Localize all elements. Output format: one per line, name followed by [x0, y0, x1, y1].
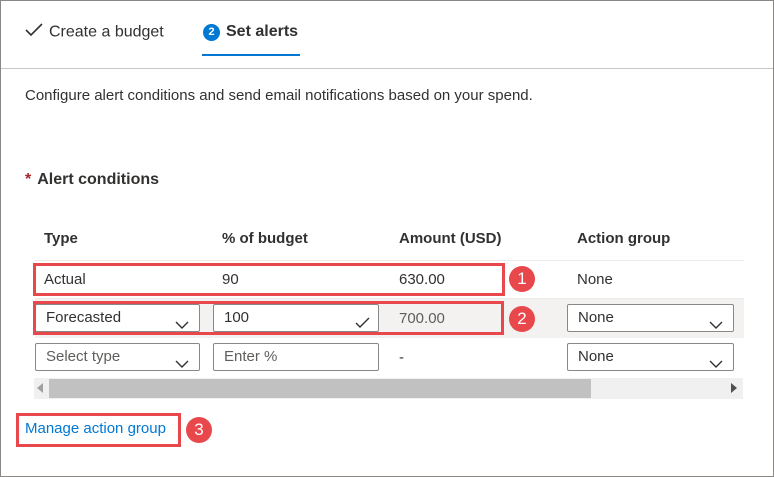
row-divider — [35, 260, 744, 261]
row2-action-group-value: None — [578, 309, 614, 326]
row3-percent-input[interactable]: Enter % — [213, 343, 379, 371]
row2-action-group-dropdown[interactable]: None — [567, 304, 734, 332]
horizontal-scrollbar[interactable] — [34, 378, 743, 399]
required-marker: * — [25, 171, 32, 188]
tab-set-alerts[interactable]: 2 Set alerts — [203, 23, 298, 41]
scrollbar-thumb[interactable] — [49, 379, 591, 398]
row3-action-group-dropdown[interactable]: None — [567, 343, 734, 371]
chevron-down-icon — [709, 313, 723, 339]
row3-action-group-value: None — [578, 348, 614, 365]
active-tab-indicator — [202, 54, 300, 56]
budget-alerts-panel: Create a budget 2 Set alerts Configure al… — [0, 0, 774, 477]
alert-conditions-title: Alert conditions — [37, 171, 160, 188]
chevron-down-icon — [709, 352, 723, 378]
tab-create-budget-label: Create a budget — [49, 23, 164, 41]
scroll-left-arrow-icon[interactable] — [37, 383, 43, 393]
column-header-type: Type — [44, 230, 78, 247]
row3-amount: - — [399, 349, 404, 366]
row3-type-dropdown[interactable]: Select type — [35, 343, 200, 371]
callout-box-3 — [16, 413, 181, 447]
row3-percent-placeholder: Enter % — [224, 348, 278, 365]
scroll-right-arrow-icon[interactable] — [731, 383, 737, 393]
page-description: Configure alert conditions and send emai… — [25, 87, 533, 104]
callout-badge-3: 3 — [186, 417, 212, 443]
callout-box-1 — [33, 263, 505, 296]
tab-create-budget[interactable]: Create a budget — [25, 23, 164, 42]
row1-action-group: None — [577, 271, 613, 288]
tab-set-alerts-label: Set alerts — [226, 23, 299, 40]
column-header-action-group: Action group — [577, 230, 671, 247]
step-number-badge: 2 — [203, 23, 220, 41]
chevron-down-icon — [175, 352, 189, 378]
column-header-percent: % of budget — [222, 230, 308, 247]
row3-type-placeholder: Select type — [46, 348, 121, 365]
checkmark-icon — [25, 23, 43, 42]
callout-box-2 — [33, 301, 504, 335]
alert-conditions-heading: * Alert conditions — [25, 171, 159, 189]
callout-badge-2: 2 — [509, 306, 535, 332]
tabs-divider — [1, 68, 773, 69]
column-header-amount: Amount (USD) — [399, 230, 502, 247]
callout-badge-1: 1 — [509, 266, 535, 292]
